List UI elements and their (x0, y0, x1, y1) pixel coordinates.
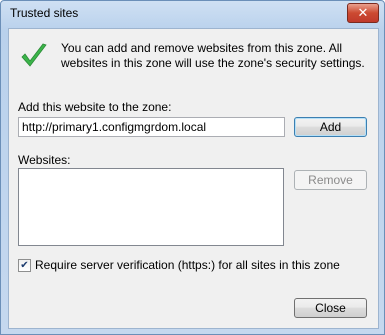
https-checkbox[interactable]: ✔ (18, 259, 31, 272)
checkmark-icon (21, 43, 47, 67)
websites-label: Websites: (18, 153, 71, 167)
websites-list[interactable] (18, 168, 284, 246)
intro-text: You can add and remove websites from thi… (61, 41, 365, 70)
add-button[interactable]: Add (294, 117, 367, 137)
add-site-label: Add this website to the zone: (18, 100, 172, 114)
remove-button[interactable]: Remove (294, 170, 367, 190)
trusted-sites-dialog: Trusted sites ✕ You can add and remove w… (0, 0, 385, 335)
website-url-input[interactable] (18, 117, 285, 137)
close-icon[interactable]: ✕ (347, 3, 379, 23)
title-bar[interactable]: Trusted sites ✕ (1, 1, 384, 25)
window-title: Trusted sites (10, 6, 79, 20)
https-checkbox-label[interactable]: Require server verification (https:) for… (35, 258, 340, 272)
close-button[interactable]: Close (294, 298, 367, 318)
dialog-body: You can add and remove websites from thi… (8, 28, 379, 329)
